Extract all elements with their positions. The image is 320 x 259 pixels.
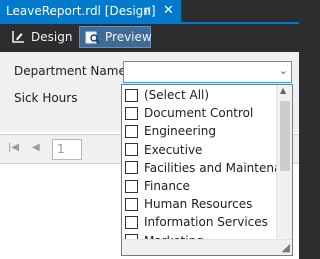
checkbox[interactable] bbox=[125, 88, 138, 102]
pin-icon[interactable]: ⭿ bbox=[144, 3, 151, 22]
dropdown-item-label: Human Resources bbox=[144, 197, 253, 212]
chevron-down-icon[interactable]: ⌄ bbox=[279, 64, 288, 77]
preview-button[interactable]: Preview bbox=[79, 26, 152, 48]
dropdown-item-label: Executive bbox=[144, 142, 203, 157]
resize-grip-icon[interactable]: ◢ bbox=[282, 241, 290, 254]
sick-hours-label: Sick Hours bbox=[14, 91, 78, 105]
report-toolbar: Design Preview bbox=[0, 24, 299, 50]
dropdown-item[interactable]: Finance bbox=[122, 177, 277, 195]
close-icon[interactable]: ✕ bbox=[163, 3, 174, 18]
dropdown-item[interactable]: Information Services bbox=[122, 213, 277, 231]
design-button[interactable]: Design bbox=[6, 26, 74, 48]
dropdown-item[interactable]: Engineering bbox=[122, 122, 277, 140]
page-number-input[interactable]: 1 bbox=[52, 139, 82, 160]
checkbox[interactable] bbox=[125, 124, 138, 138]
dropdown-item-label: Document Control bbox=[144, 106, 254, 121]
checkbox[interactable] bbox=[125, 215, 138, 229]
dropdown-scrollbar[interactable]: ▲ bbox=[276, 85, 292, 239]
checkbox[interactable] bbox=[125, 161, 138, 175]
checkbox[interactable] bbox=[125, 143, 138, 157]
dropdown-item[interactable]: Document Control bbox=[122, 104, 277, 122]
checkbox[interactable] bbox=[125, 106, 138, 120]
document-tab-title: LeaveReport.rdl [Design] bbox=[6, 4, 156, 18]
dropdown-item[interactable]: Human Resources bbox=[122, 195, 277, 213]
dropdown-items: (Select All) Document Control Engineering E… bbox=[122, 86, 277, 250]
preview-label: Preview bbox=[105, 30, 152, 44]
dropdown-footer: ◢ bbox=[122, 239, 292, 255]
dropdown-item-label: Facilities and Maintenance bbox=[144, 160, 277, 175]
dropdown-item[interactable]: Executive bbox=[122, 141, 277, 159]
design-icon bbox=[10, 29, 26, 45]
scroll-up-icon[interactable]: ▲ bbox=[280, 86, 286, 95]
dropdown-item[interactable]: Facilities and Maintenance bbox=[122, 159, 277, 177]
department-dropdown-list[interactable]: (Select All) Document Control Engineering E… bbox=[121, 84, 293, 256]
previous-page-icon[interactable]: ◀ bbox=[32, 142, 40, 153]
design-label: Design bbox=[31, 30, 73, 44]
dropdown-item-label: Engineering bbox=[144, 124, 216, 139]
checkbox[interactable] bbox=[125, 197, 138, 211]
preview-icon bbox=[84, 29, 100, 45]
dropdown-item-label: Finance bbox=[144, 179, 190, 194]
dropdown-item-label: Information Services bbox=[144, 215, 268, 230]
checkbox[interactable] bbox=[125, 179, 138, 193]
department-name-label: Department Name bbox=[14, 64, 126, 78]
scrollbar-thumb[interactable] bbox=[280, 101, 290, 171]
document-tab[interactable]: LeaveReport.rdl [Design] ⭿ ✕ bbox=[0, 0, 181, 22]
dropdown-item-label: (Select All) bbox=[144, 88, 210, 103]
dropdown-item[interactable]: (Select All) bbox=[122, 86, 277, 104]
first-page-icon[interactable]: |◀ bbox=[8, 142, 19, 153]
department-select[interactable]: ⌄ bbox=[123, 61, 292, 83]
